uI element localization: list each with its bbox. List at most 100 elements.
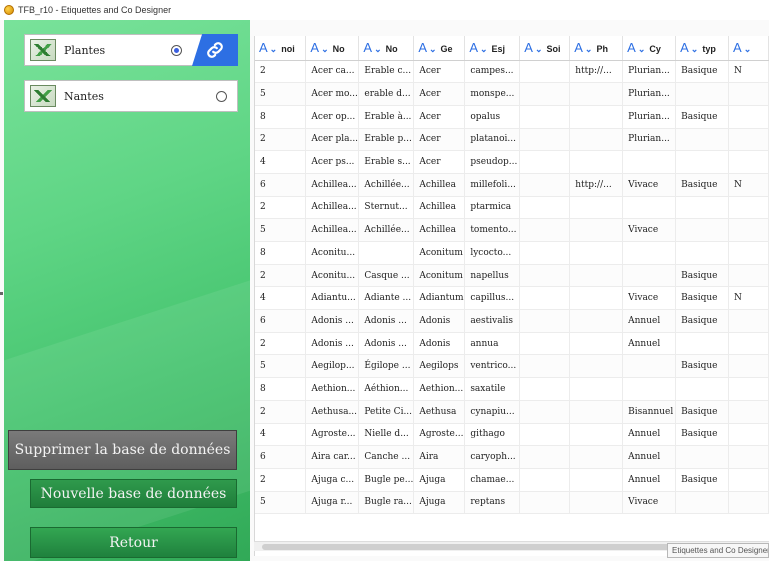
table-cell[interactable] bbox=[519, 332, 571, 356]
table-cell[interactable]: pseudop... bbox=[464, 150, 521, 174]
table-cell[interactable]: 6 bbox=[255, 173, 307, 197]
table-row[interactable]: 8 Aconitu... Aconitum lycocto... bbox=[255, 241, 769, 265]
table-cell[interactable]: caryoph... bbox=[464, 445, 521, 469]
table-cell[interactable]: Basique bbox=[675, 105, 730, 129]
table-cell[interactable]: Aethusa bbox=[413, 400, 466, 424]
table-cell[interactable] bbox=[622, 377, 677, 401]
table-cell[interactable] bbox=[569, 150, 624, 174]
table-cell[interactable]: opalus bbox=[464, 105, 521, 129]
table-cell[interactable] bbox=[728, 468, 769, 492]
table-cell[interactable]: Adiante ... bbox=[358, 286, 415, 311]
table-cell[interactable]: Achillea bbox=[413, 218, 466, 242]
table-cell[interactable]: Sternut... bbox=[358, 196, 415, 220]
table-cell[interactable]: Égilope ... bbox=[358, 354, 415, 379]
table-cell[interactable]: Aconitum bbox=[413, 264, 466, 288]
table-cell[interactable]: Adiantum bbox=[413, 286, 466, 311]
table-cell[interactable] bbox=[519, 445, 571, 469]
link-button[interactable] bbox=[192, 34, 238, 66]
table-cell[interactable]: Basique bbox=[675, 173, 730, 197]
database-item-plantes[interactable]: Plantes bbox=[24, 34, 238, 66]
table-cell[interactable]: Acer bbox=[413, 60, 466, 84]
table-cell[interactable]: Vivace bbox=[622, 286, 677, 311]
table-cell[interactable]: Erable à... bbox=[358, 105, 415, 129]
column-header[interactable]: A ⌄ No bbox=[358, 36, 415, 61]
table-cell[interactable]: Achillée... bbox=[358, 218, 415, 242]
column-header[interactable]: A ⌄ typ bbox=[675, 36, 730, 61]
table-cell[interactable] bbox=[728, 264, 769, 288]
table-cell[interactable] bbox=[675, 196, 730, 220]
table-cell[interactable] bbox=[675, 332, 730, 356]
table-cell[interactable]: aestivalis bbox=[464, 309, 521, 333]
table-cell[interactable]: Nielle d... bbox=[358, 423, 415, 447]
chevron-down-icon[interactable]: ⌄ bbox=[270, 44, 278, 54]
table-cell[interactable]: Acer pla... bbox=[305, 128, 360, 152]
back-button[interactable]: Retour bbox=[30, 527, 237, 558]
table-cell[interactable] bbox=[569, 377, 624, 401]
table-row[interactable]: 5 Ajuga r... Bugle ra... Ajuga reptans Vivace bbox=[255, 491, 769, 515]
table-cell[interactable]: Acer mo... bbox=[305, 82, 360, 106]
table-cell[interactable] bbox=[519, 173, 571, 197]
table-cell[interactable]: 8 bbox=[255, 241, 307, 265]
table-cell[interactable] bbox=[569, 400, 624, 424]
scrollbar-thumb[interactable] bbox=[262, 544, 732, 550]
table-cell[interactable]: Canche ... bbox=[358, 445, 415, 469]
table-cell[interactable] bbox=[519, 241, 571, 265]
table-cell[interactable]: 2 bbox=[255, 196, 307, 220]
table-cell[interactable]: 2 bbox=[255, 468, 307, 492]
new-database-button[interactable]: Nouvelle base de données bbox=[30, 479, 237, 508]
table-cell[interactable]: 6 bbox=[255, 309, 307, 333]
table-cell[interactable] bbox=[519, 264, 571, 288]
table-cell[interactable] bbox=[675, 150, 730, 174]
table-cell[interactable]: Annuel bbox=[622, 332, 677, 356]
table-cell[interactable] bbox=[675, 445, 730, 469]
table-cell[interactable]: ventrico... bbox=[464, 354, 521, 379]
table-cell[interactable]: millefoli... bbox=[464, 173, 521, 197]
table-cell[interactable]: Adonis ... bbox=[358, 332, 415, 356]
table-cell[interactable] bbox=[519, 150, 571, 174]
table-cell[interactable]: Vivace bbox=[622, 173, 677, 197]
table-cell[interactable]: Basique bbox=[675, 309, 730, 333]
table-cell[interactable]: Agroste... bbox=[413, 423, 466, 447]
table-cell[interactable]: Acer bbox=[413, 82, 466, 106]
column-header[interactable]: A ⌄ Ph bbox=[569, 36, 624, 61]
table-cell[interactable]: Bisannuel bbox=[622, 400, 677, 424]
table-cell[interactable]: Acer bbox=[413, 105, 466, 129]
table-cell[interactable] bbox=[569, 264, 624, 288]
table-cell[interactable]: 8 bbox=[255, 105, 307, 129]
table-cell[interactable] bbox=[519, 60, 571, 84]
column-header[interactable]: A ⌄ Cy bbox=[622, 36, 677, 61]
table-cell[interactable]: Basique bbox=[675, 423, 730, 447]
table-row[interactable]: 4 Agroste... Nielle d... Agroste... githago A… bbox=[255, 423, 769, 447]
table-cell[interactable] bbox=[728, 423, 769, 447]
table-row[interactable]: 8 Aethion... Aéthion... Aethion... saxatile bbox=[255, 377, 769, 401]
table-cell[interactable]: Adonis ... bbox=[305, 332, 360, 356]
table-row[interactable]: 5 Aegilop... Égilope ... Aegilops ventrico..… bbox=[255, 354, 769, 379]
table-cell[interactable]: Plurian... bbox=[622, 60, 677, 84]
table-cell[interactable]: saxatile bbox=[464, 377, 521, 401]
table-cell[interactable] bbox=[728, 241, 769, 265]
table-cell[interactable]: cynapiu... bbox=[464, 400, 521, 424]
table-cell[interactable] bbox=[569, 128, 624, 152]
table-cell[interactable]: Aegilop... bbox=[305, 354, 360, 379]
table-cell[interactable]: Bugle pe... bbox=[358, 468, 415, 492]
table-cell[interactable]: Basique bbox=[675, 60, 730, 84]
table-cell[interactable]: Acer op... bbox=[305, 105, 360, 129]
table-cell[interactable]: Achillea... bbox=[305, 173, 360, 197]
table-cell[interactable] bbox=[728, 377, 769, 401]
table-cell[interactable]: Adonis bbox=[413, 309, 466, 333]
table-cell[interactable]: 5 bbox=[255, 491, 307, 515]
table-row[interactable]: 6 Aira car... Canche ... Aira caryoph... Annu… bbox=[255, 445, 769, 469]
table-cell[interactable]: Achillea bbox=[413, 196, 466, 220]
table-cell[interactable]: 8 bbox=[255, 377, 307, 401]
table-cell[interactable] bbox=[519, 286, 571, 311]
table-cell[interactable]: 4 bbox=[255, 423, 307, 447]
chevron-down-icon[interactable]: ⌄ bbox=[321, 44, 329, 54]
table-cell[interactable]: 2 bbox=[255, 400, 307, 424]
table-cell[interactable]: Annuel bbox=[622, 445, 677, 469]
table-cell[interactable]: monspe... bbox=[464, 82, 521, 106]
table-cell[interactable]: 6 bbox=[255, 445, 307, 469]
table-cell[interactable]: Petite Ci... bbox=[358, 400, 415, 424]
table-cell[interactable]: Aconitu... bbox=[305, 241, 360, 265]
table-cell[interactable] bbox=[569, 286, 624, 311]
table-row[interactable]: 5 Acer mo... erable d... Acer monspe... Pluri… bbox=[255, 82, 769, 106]
